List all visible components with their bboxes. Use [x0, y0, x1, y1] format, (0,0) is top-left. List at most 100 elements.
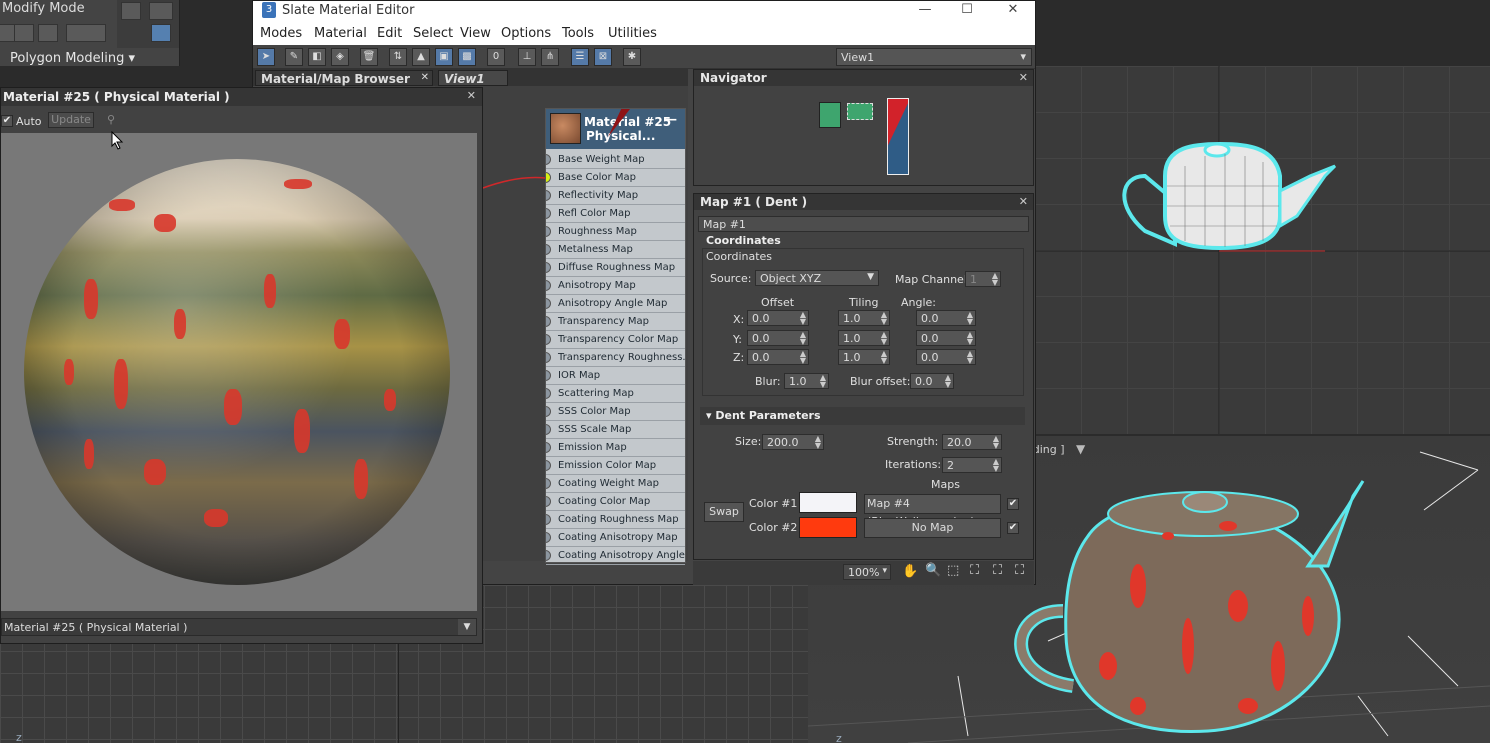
node-header[interactable]: Material #25 Physical... —: [546, 109, 685, 149]
node-slot[interactable]: Transparency Color Map: [546, 331, 685, 349]
node-slot[interactable]: Base Weight Map: [546, 151, 685, 169]
close-icon[interactable]: ✕: [421, 72, 429, 83]
tiling-z-spinner[interactable]: 1.0 ▲ ▼: [838, 349, 890, 365]
color1-swatch[interactable]: [799, 492, 857, 513]
slot-socket-icon[interactable]: [546, 352, 551, 363]
title-bar[interactable]: 3 Slate Material Editor — ☐ ✕: [253, 1, 1035, 21]
node-slot[interactable]: Metalness Map: [546, 241, 685, 259]
layout-children-icon[interactable]: ⋔: [541, 48, 559, 66]
node-slot[interactable]: Base Color Map: [546, 169, 685, 187]
blur-spinner[interactable]: 1.0 ▲ ▼: [784, 373, 829, 389]
delete-icon[interactable]: 🗑: [360, 48, 378, 66]
node-slot[interactable]: Transparency Map: [546, 313, 685, 331]
pan-to-selected-icon[interactable]: ⛶: [1015, 563, 1024, 578]
node-slot[interactable]: Scattering Map: [546, 385, 685, 403]
slot-socket-icon[interactable]: [546, 514, 551, 525]
nav-viewport-frame[interactable]: [887, 98, 909, 175]
map-channel-spinner[interactable]: 1 ▲ ▼: [965, 271, 1001, 287]
slot-socket-icon[interactable]: [546, 550, 551, 561]
tiling-x-spinner[interactable]: 1.0 ▲ ▼: [838, 310, 890, 326]
swap-button[interactable]: Swap: [704, 502, 744, 522]
preview-title[interactable]: Material #25 ( Physical Material ) ✕: [1, 88, 482, 106]
material-map-browser-icon[interactable]: ☰: [571, 48, 589, 66]
tool-icon[interactable]: [66, 24, 106, 42]
tool-icon[interactable]: [121, 2, 141, 20]
zoom-extents-selected-icon[interactable]: ⛶: [993, 563, 1002, 578]
angle-x-spinner[interactable]: 0.0 ▲ ▼: [916, 310, 976, 326]
slot-socket-icon[interactable]: [546, 478, 551, 489]
node-slot[interactable]: Anisotropy Angle Map: [546, 295, 685, 313]
update-button[interactable]: Update: [48, 112, 94, 128]
node-slot[interactable]: Diffuse Roughness Map: [546, 259, 685, 277]
select-arrow-icon[interactable]: ➤: [257, 48, 275, 66]
put-to-scene-icon[interactable]: ◈: [331, 48, 349, 66]
dent-parameters-rollout[interactable]: ▾ Dent Parameters: [700, 407, 1025, 425]
size-spinner[interactable]: 200.0 ▲ ▼: [762, 434, 824, 450]
node-slot[interactable]: Coating Anisotropy Map: [546, 529, 685, 547]
preview-canvas[interactable]: [1, 133, 477, 611]
node-slot[interactable]: SSS Scale Map: [546, 421, 685, 439]
close-icon[interactable]: ✕: [467, 89, 476, 102]
options-icon[interactable]: ⚲: [107, 113, 115, 126]
slot-socket-icon[interactable]: [546, 370, 551, 381]
node-slot[interactable]: Emission Color Map: [546, 457, 685, 475]
slot-socket-icon[interactable]: [546, 388, 551, 399]
node-slot[interactable]: Roughness Map: [546, 223, 685, 241]
menu-edit[interactable]: Edit: [377, 26, 402, 41]
color2-map-checkbox[interactable]: ✔: [1007, 522, 1019, 534]
tab-view1[interactable]: View1: [438, 70, 508, 86]
strength-spinner[interactable]: 20.0 ▲ ▼: [942, 434, 1002, 450]
node-slot[interactable]: Coating Anisotropy Angle...: [546, 547, 685, 565]
node-slot[interactable]: Anisotropy Map: [546, 277, 685, 295]
source-dropdown[interactable]: Object XYZ ▼: [755, 270, 879, 286]
zoom-region-icon[interactable]: ⬚: [947, 563, 959, 578]
show-map-icon[interactable]: ▣: [435, 48, 453, 66]
node-slot[interactable]: Reflectivity Map: [546, 187, 685, 205]
collapse-icon[interactable]: —: [665, 112, 677, 126]
slot-socket-icon[interactable]: [546, 208, 551, 219]
offset-x-spinner[interactable]: 0.0 ▲ ▼: [747, 310, 809, 326]
coordinates-rollout[interactable]: Coordinates: [700, 234, 1025, 244]
node-slot[interactable]: SSS Color Map: [546, 403, 685, 421]
slot-socket-icon[interactable]: [546, 280, 551, 291]
node-slot[interactable]: Transparency Roughness...: [546, 349, 685, 367]
hide-unused-icon[interactable]: ▲: [412, 48, 430, 66]
pan-hand-icon[interactable]: ✋: [902, 564, 918, 579]
slot-socket-icon[interactable]: [546, 496, 551, 507]
slot-socket-icon[interactable]: [546, 298, 551, 309]
tiling-y-spinner[interactable]: 1.0 ▲ ▼: [838, 330, 890, 346]
tool-icon[interactable]: [14, 24, 34, 42]
slot-socket-icon[interactable]: [546, 244, 551, 255]
offset-z-spinner[interactable]: 0.0 ▲ ▼: [747, 349, 809, 365]
slot-socket-icon[interactable]: [546, 532, 551, 543]
show-background-icon[interactable]: ▩: [458, 48, 476, 66]
node-slot[interactable]: IOR Map: [546, 367, 685, 385]
color1-map-checkbox[interactable]: ✔: [1007, 498, 1019, 510]
slot-socket-icon[interactable]: [546, 424, 551, 435]
angle-y-spinner[interactable]: 0.0 ▲ ▼: [916, 330, 976, 346]
blur-offset-spinner[interactable]: 0.0 ▲ ▼: [910, 373, 954, 389]
iterations-spinner[interactable]: 2 ▲ ▼: [942, 457, 1002, 473]
select-by-material-icon[interactable]: ✱: [623, 48, 641, 66]
maximize-icon[interactable]: ☐: [952, 2, 982, 20]
menu-select[interactable]: Select: [413, 26, 453, 41]
slot-socket-icon[interactable]: [546, 406, 551, 417]
angle-z-spinner[interactable]: 0.0 ▲ ▼: [916, 349, 976, 365]
slot-socket-icon[interactable]: [546, 190, 551, 201]
viewport-top-right[interactable]: [1035, 66, 1490, 434]
tab-material-map-browser[interactable]: Material/Map Browser ✕: [255, 70, 433, 86]
assign-material-icon[interactable]: ◧: [308, 48, 326, 66]
slot-socket-icon[interactable]: [546, 442, 551, 453]
slot-socket-icon[interactable]: [546, 154, 551, 165]
slot-socket-icon[interactable]: [546, 334, 551, 345]
close-icon[interactable]: ✕: [1019, 71, 1028, 84]
slot-socket-icon[interactable]: [546, 172, 551, 183]
color2-map-button[interactable]: No Map: [864, 518, 1001, 538]
tool-icon[interactable]: [149, 2, 173, 20]
menu-view[interactable]: View: [460, 26, 491, 41]
move-children-icon[interactable]: ⇅: [389, 48, 407, 66]
slot-socket-icon[interactable]: [546, 226, 551, 237]
slot-socket-icon[interactable]: [546, 460, 551, 471]
color1-map-button[interactable]: Map #4 (BingWallpaper.jpg): [864, 494, 1001, 528]
menu-modes[interactable]: Modes: [260, 26, 302, 41]
